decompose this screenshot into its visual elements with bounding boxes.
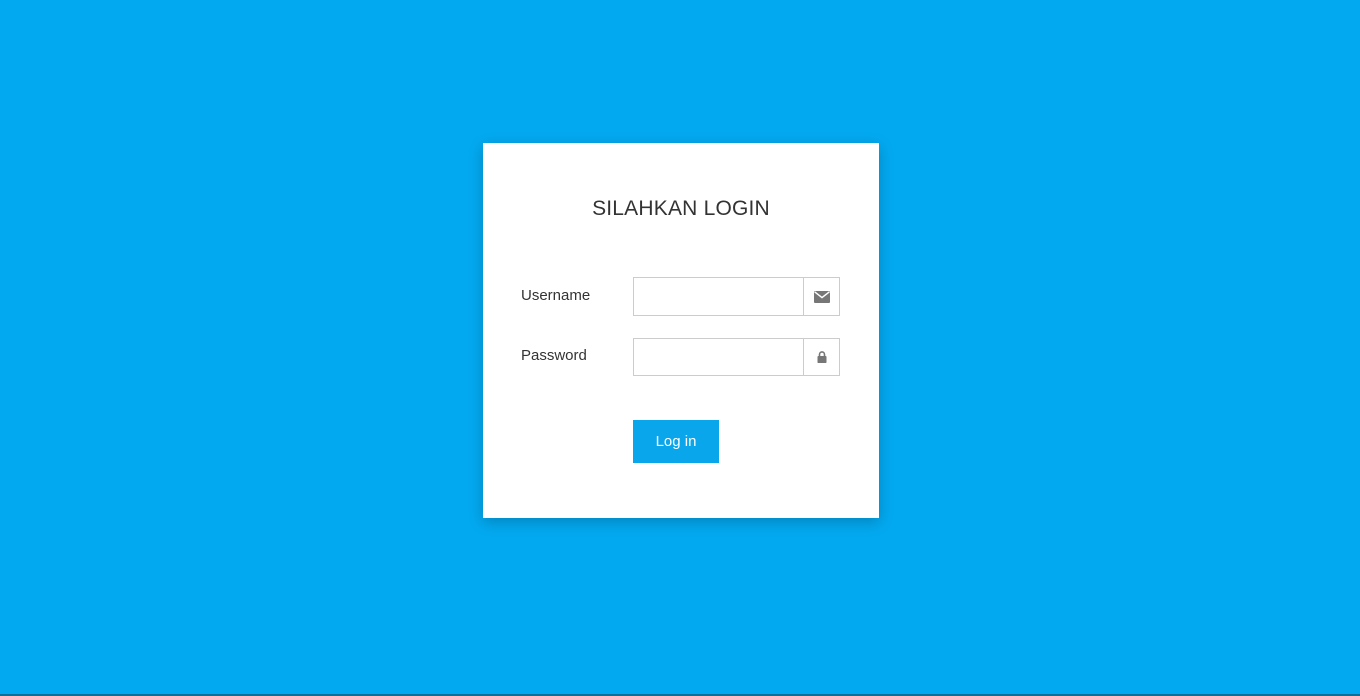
username-label: Username	[521, 287, 591, 304]
username-input[interactable]	[633, 277, 803, 316]
login-button[interactable]: Log in	[633, 420, 719, 463]
lock-icon	[803, 338, 840, 376]
username-input-group	[633, 277, 840, 316]
password-label: Password	[521, 347, 587, 364]
login-card: SILAHKAN LOGIN Username Password Log in	[483, 143, 879, 518]
login-title: SILAHKAN LOGIN	[592, 197, 770, 220]
envelope-icon	[803, 277, 840, 316]
password-input[interactable]	[633, 338, 803, 376]
password-input-group	[633, 338, 840, 376]
